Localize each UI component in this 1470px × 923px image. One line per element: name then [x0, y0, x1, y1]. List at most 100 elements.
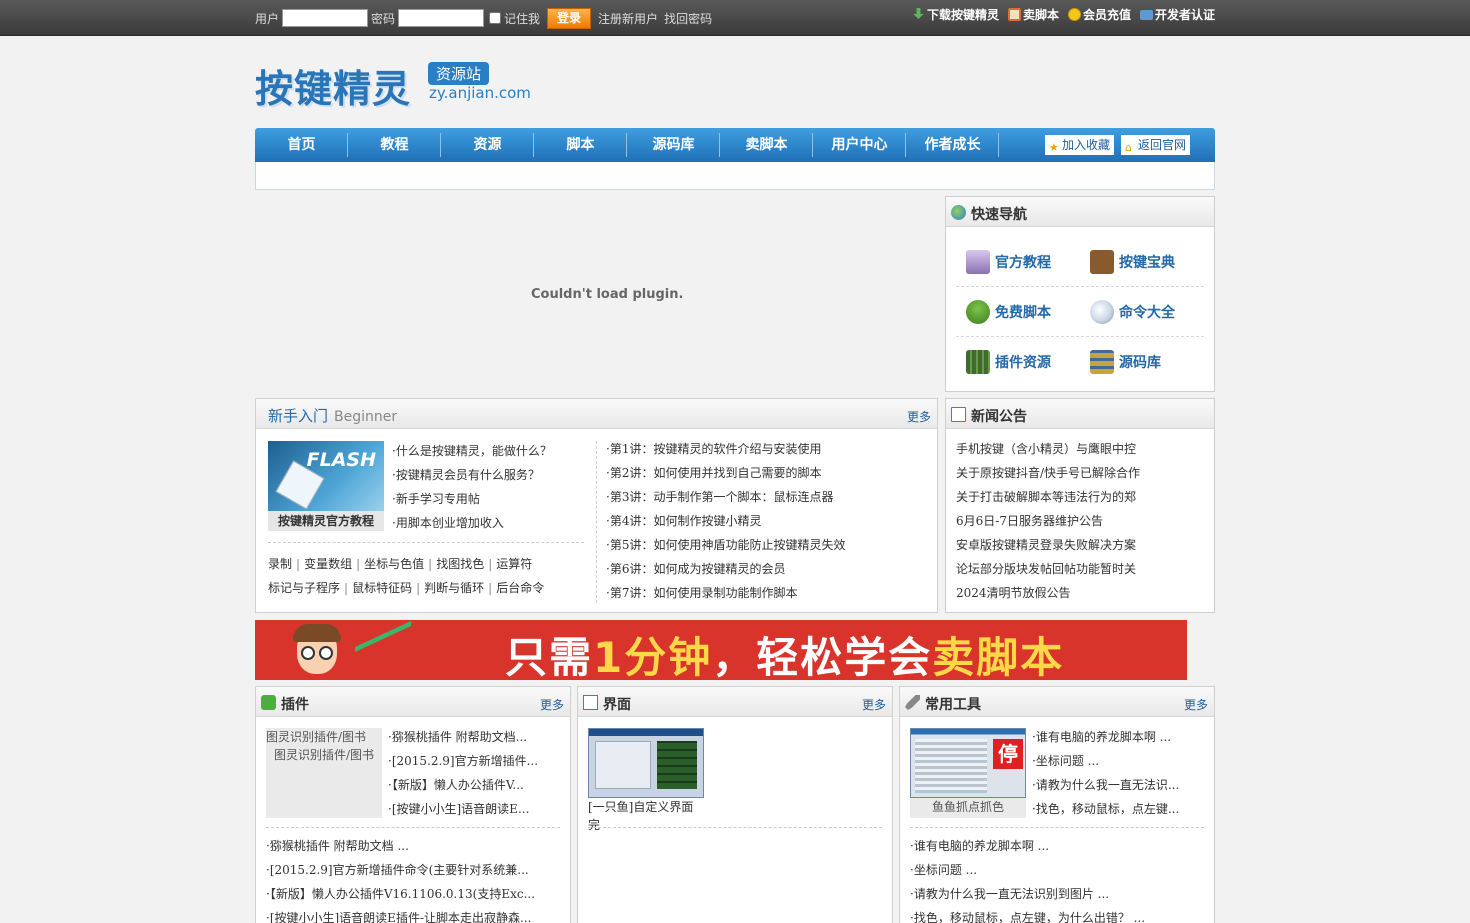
list-item[interactable]: ·什么是按键精灵，能做什么？: [392, 439, 552, 463]
list-item[interactable]: ·用脚本创业增加收入: [392, 511, 552, 535]
interface-panel-title: 界面: [603, 697, 631, 713]
nav-item-sell-script[interactable]: 卖脚本: [720, 128, 813, 162]
tag-link[interactable]: 鼠标特征码: [352, 581, 412, 595]
nav-item-author-growth[interactable]: 作者成长: [906, 128, 999, 162]
download-link[interactable]: 下载按键精灵: [912, 6, 999, 23]
member-recharge-link[interactable]: 会员充值: [1067, 6, 1131, 23]
register-link[interactable]: 注册新用户: [598, 10, 658, 27]
stop-badge: 停: [993, 739, 1023, 769]
slogan-part: ，轻松学会: [712, 633, 933, 680]
list-item[interactable]: ·第2讲：如何使用并找到自己需要的脚本: [606, 461, 845, 485]
interface-thumb[interactable]: [一只鱼]自定义界面完: [588, 728, 704, 832]
tools-thumb[interactable]: 停 鱼鱼抓点抓色: [910, 728, 1026, 818]
list-item[interactable]: 关于原按键抖音/快手号已解除合作: [956, 461, 1206, 485]
list-item[interactable]: 手机按键（含小精灵）与鹰眼中控: [956, 437, 1206, 461]
top-links: 下载按键精灵 卖脚本 会员充值 开发者认证: [903, 6, 1215, 23]
list-item[interactable]: 关于打击破解脚本等违法行为的郑: [956, 485, 1206, 509]
list-item[interactable]: ·第5讲：如何使用神盾功能防止按键精灵失效: [606, 533, 845, 557]
list-item[interactable]: ·坐标问题 ...: [1032, 749, 1179, 773]
list-item[interactable]: ·新手学习专用帖: [392, 487, 552, 511]
list-item[interactable]: ·按键精灵会员有什么服务？: [392, 463, 552, 487]
plugin-area: Couldn't load plugin.: [255, 196, 938, 392]
window-icon: [583, 695, 598, 710]
download-icon: [913, 8, 924, 20]
slogan-part: 1分钟: [593, 633, 713, 680]
list-item[interactable]: 安卓版按键精灵登录失败解决方案: [956, 533, 1206, 557]
username-input[interactable]: [282, 9, 369, 27]
plugin-more-link[interactable]: 更多: [540, 696, 564, 713]
tag-link[interactable]: 变量数组: [304, 557, 352, 571]
official-tutorial-thumb[interactable]: FLASH 按键精灵官方教程: [268, 441, 384, 531]
list-item[interactable]: ·【新版】懒人办公插件V...: [388, 773, 538, 797]
tag-link[interactable]: 坐标与色值: [364, 557, 424, 571]
sell-script-link[interactable]: 卖脚本: [1007, 6, 1059, 23]
login-button[interactable]: 登录: [547, 7, 592, 29]
list-item[interactable]: ·[2015.2.9]官方新增插件...: [388, 749, 538, 773]
list-item[interactable]: ·找色，移动鼠标，点左键，为什么出错？ ...: [910, 906, 1206, 923]
nav-item-home[interactable]: 首页: [255, 128, 348, 162]
quick-nav-source-lib[interactable]: 源码库: [1080, 337, 1204, 387]
quick-nav-official-tutorial[interactable]: 官方教程: [956, 237, 1080, 286]
nav-item-script[interactable]: 脚本: [534, 128, 627, 162]
list-item[interactable]: ·请教为什么我一直无法识别到图片 ...: [910, 882, 1206, 906]
list-item[interactable]: ·猕猴桃插件 附帮助文档...: [388, 725, 538, 749]
quick-nav-plugin-resource[interactable]: 插件资源: [956, 337, 1080, 387]
nav-item-resource[interactable]: 资源: [441, 128, 534, 162]
wrench-icon: [905, 695, 920, 710]
list-item[interactable]: ·请教为什么我一直无法识...: [1032, 773, 1179, 797]
list-item[interactable]: 论坛部分版块发帖回帖功能暂时关: [956, 557, 1206, 581]
tag-link[interactable]: 后台命令: [496, 581, 544, 595]
list-item[interactable]: ·[2015.2.9]官方新增插件命令(主要针对系统兼...: [266, 858, 562, 882]
nav-item-tutorial[interactable]: 教程: [348, 128, 441, 162]
list-item[interactable]: ·[按键小小生]语音朗读E插件-让脚本走出寂静森...: [266, 906, 562, 923]
nav-item-user-center[interactable]: 用户中心: [813, 128, 906, 162]
quick-nav-title: 快速导航: [971, 207, 1027, 223]
list-item[interactable]: 6月6日-7日服务器维护公告: [956, 509, 1206, 533]
password-input[interactable]: [398, 9, 485, 27]
promo-banner[interactable]: 只需1分钟，轻松学会卖脚本: [255, 620, 1187, 680]
site-logo[interactable]: 按键精灵 资源站 zy.anjian.com: [255, 56, 545, 111]
thumb-caption: [一只鱼]自定义界面完: [588, 800, 694, 832]
list-item[interactable]: ·坐标问题 ...: [910, 858, 1206, 882]
tools-more-link[interactable]: 更多: [1184, 696, 1208, 713]
list-item[interactable]: ·找色，移动鼠标，点左键...: [1032, 797, 1179, 821]
tag-link[interactable]: 标记与子程序: [268, 581, 340, 595]
quick-nav-free-script[interactable]: 免费脚本: [956, 287, 1080, 336]
quick-nav-command-list[interactable]: 命令大全: [1080, 287, 1204, 336]
recover-password-link[interactable]: 找回密码: [664, 10, 712, 27]
tag-link[interactable]: 运算符: [496, 557, 532, 571]
quick-nav-handbook[interactable]: 按键宝典: [1080, 237, 1204, 286]
list-item[interactable]: ·第6讲：如何成为按键精灵的会员: [606, 557, 845, 581]
plugin-panel-header: 插件 更多: [256, 687, 570, 717]
quick-nav-label: 源码库: [1119, 355, 1161, 371]
add-favorite-button[interactable]: ★ 加入收藏: [1045, 135, 1115, 155]
developer-cert-label: 开发者认证: [1154, 8, 1215, 22]
list-item[interactable]: ·第7讲：如何使用录制功能制作脚本: [606, 581, 845, 605]
beginner-more-link[interactable]: 更多: [907, 408, 931, 425]
developer-cert-link[interactable]: 开发者认证: [1139, 6, 1215, 23]
list-item[interactable]: ·[按键小小生]语音朗读E...: [388, 797, 538, 821]
topic-tags: 录制 | 变量数组 | 坐标与色值 | 找图找色 | 运算符 标记与子程序 | 鼠标特征码 | 判断与循…: [268, 557, 545, 595]
member-recharge-label: 会员充值: [1082, 8, 1131, 22]
list-item[interactable]: ·第3讲：动手制作第一个脚本：鼠标连点器: [606, 485, 845, 509]
interface-more-link[interactable]: 更多: [862, 696, 886, 713]
plugin-long-list: ·猕猴桃插件 附帮助文档 ... ·[2015.2.9]官方新增插件命令(主要针…: [266, 834, 562, 923]
list-item[interactable]: ·第4讲：如何制作按键小精灵: [606, 509, 845, 533]
divider: [588, 827, 882, 828]
list-item[interactable]: 2024清明节放假公告: [956, 581, 1206, 605]
back-official-button[interactable]: ⌂ 返回官网: [1121, 135, 1191, 155]
list-item[interactable]: ·第1讲：按键精灵的软件介绍与安装使用: [606, 437, 845, 461]
tag-link[interactable]: 找图找色: [436, 557, 484, 571]
plugin-thumb[interactable]: 图灵识别插件/图书 图灵识别插件/图书: [266, 728, 382, 818]
remember-checkbox[interactable]: [489, 12, 502, 24]
beginner-panel: 新手入门 Beginner 更多 FLASH 按键精灵官方教程 ·什么是按键精灵，…: [255, 398, 938, 613]
tag-link[interactable]: 录制: [268, 557, 292, 571]
list-item[interactable]: ·【新版】懒人办公插件V16.1106.0.13(支持Exc...: [266, 882, 562, 906]
list-item[interactable]: ·谁有电脑的养龙脚本啊 ...: [910, 834, 1206, 858]
list-item[interactable]: ·谁有电脑的养龙脚本啊 ...: [1032, 725, 1179, 749]
list-item[interactable]: ·猕猴桃插件 附帮助文档 ...: [266, 834, 562, 858]
nav-item-source[interactable]: 源码库: [627, 128, 720, 162]
tag-link[interactable]: 判断与循环: [424, 581, 484, 595]
top-bar: 用户 密码 记住我 登录 注册新用户 找回密码 下载按键精灵 卖脚本 会员充值 …: [0, 0, 1470, 36]
quick-nav-label: 命令大全: [1119, 304, 1175, 321]
